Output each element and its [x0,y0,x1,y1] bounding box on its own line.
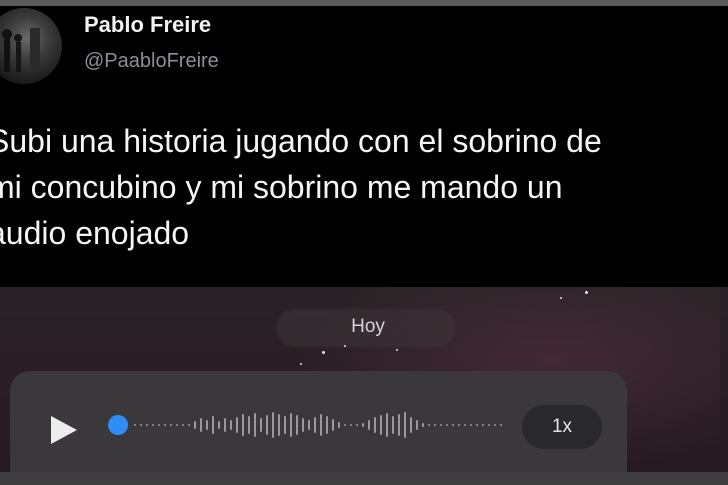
waveform-bar [338,422,340,428]
progress-dot[interactable] [108,415,128,435]
waveform-bar [200,418,202,432]
waveform-bar [248,416,250,434]
user-handle[interactable]: @PaabloFreire [84,50,219,73]
waveform-bar [158,424,160,426]
waveform-bar [272,412,274,438]
waveform-bar [356,424,358,426]
waveform-bar [380,415,382,435]
waveform-bar [392,416,394,434]
waveform-bar [302,418,304,432]
waveform-bar [182,424,184,426]
waveform-bar [374,417,376,433]
waveform-bar [212,416,214,434]
waveform-bar [188,424,190,426]
waveform-bar [164,424,166,426]
waveform-bar [170,424,172,426]
tweet-text-line: mi concubino y mi sobrino me mando un [0,169,563,205]
waveform-bar [224,418,226,432]
waveform-bar [422,423,424,427]
waveform-bar [416,420,418,430]
waveform-bar [236,417,238,433]
waveform-bar [218,421,220,429]
waveform-bar [314,417,316,433]
bottom-border [0,472,728,485]
waveform-bar [368,420,370,430]
waveform-bar [428,424,430,426]
waveform-bar [398,414,400,436]
waveform-bar [326,416,328,434]
display-name[interactable]: Pablo Freire [84,12,211,38]
waveform-bar [452,424,454,426]
waveform-bar [206,420,208,430]
waveform-bar [434,424,436,426]
waveform-bar [260,418,262,432]
waveform-bar [404,412,406,438]
audio-message: 1x [10,371,627,472]
waveform-bar [464,424,466,426]
avatar-photo-icon [2,28,40,72]
waveform-icon[interactable] [104,405,504,445]
waveform-bar [482,424,484,426]
sparkle-decoration [300,363,302,365]
sparkle-decoration [322,351,325,354]
waveform-bar [176,424,178,426]
waveform-bar [494,424,496,426]
play-icon[interactable] [46,413,80,447]
waveform-bar [362,423,364,427]
waveform-bar [344,424,346,426]
waveform-bar [308,420,310,430]
waveform-bar [296,415,298,435]
tweet-text-line: Subi una historia jugando con el sobrino… [0,123,602,159]
sparkle-decoration [585,291,588,294]
waveform-bar [152,424,154,426]
waveform-bar [500,424,502,426]
tweet-text: Subi una historia jugando con el sobrino… [0,118,728,256]
waveform-bar [458,424,460,426]
attached-chat-screenshot[interactable]: Hoy 1x [0,287,728,472]
waveform-bar [140,424,142,426]
waveform-bar [254,413,256,437]
date-separator-label: Hoy [351,316,385,337]
waveform-bar [284,416,286,434]
waveform-bar [410,417,412,433]
waveform-bar [350,424,352,426]
waveform-bar [476,424,478,426]
sparkle-decoration [344,345,346,347]
top-border [0,0,728,6]
waveform-bar [386,413,388,437]
playback-speed-label: 1x [551,416,573,437]
waveform-bar [278,414,280,436]
tweet-screenshot: Pablo Freire @PaabloFreire Subi una hist… [0,0,728,485]
tweet-text-line: audio enojado [0,215,190,251]
waveform-bar [470,424,472,426]
sparkle-decoration [560,297,562,299]
avatar[interactable] [0,8,62,84]
waveform-bar [230,420,232,430]
waveform-bar [146,424,148,426]
waveform-bar [242,414,244,436]
waveform-bar [446,424,448,426]
sparkle-decoration [396,349,398,351]
waveform-bar [266,415,268,435]
playback-speed-button[interactable]: 1x [522,405,602,449]
waveform-bar [440,424,442,426]
waveform-bar [290,413,292,437]
waveform-bar [194,421,196,429]
waveform-bar [332,419,334,431]
waveform-bar [134,424,136,426]
waveform-bar [320,414,322,436]
waveform-bar [488,424,490,426]
